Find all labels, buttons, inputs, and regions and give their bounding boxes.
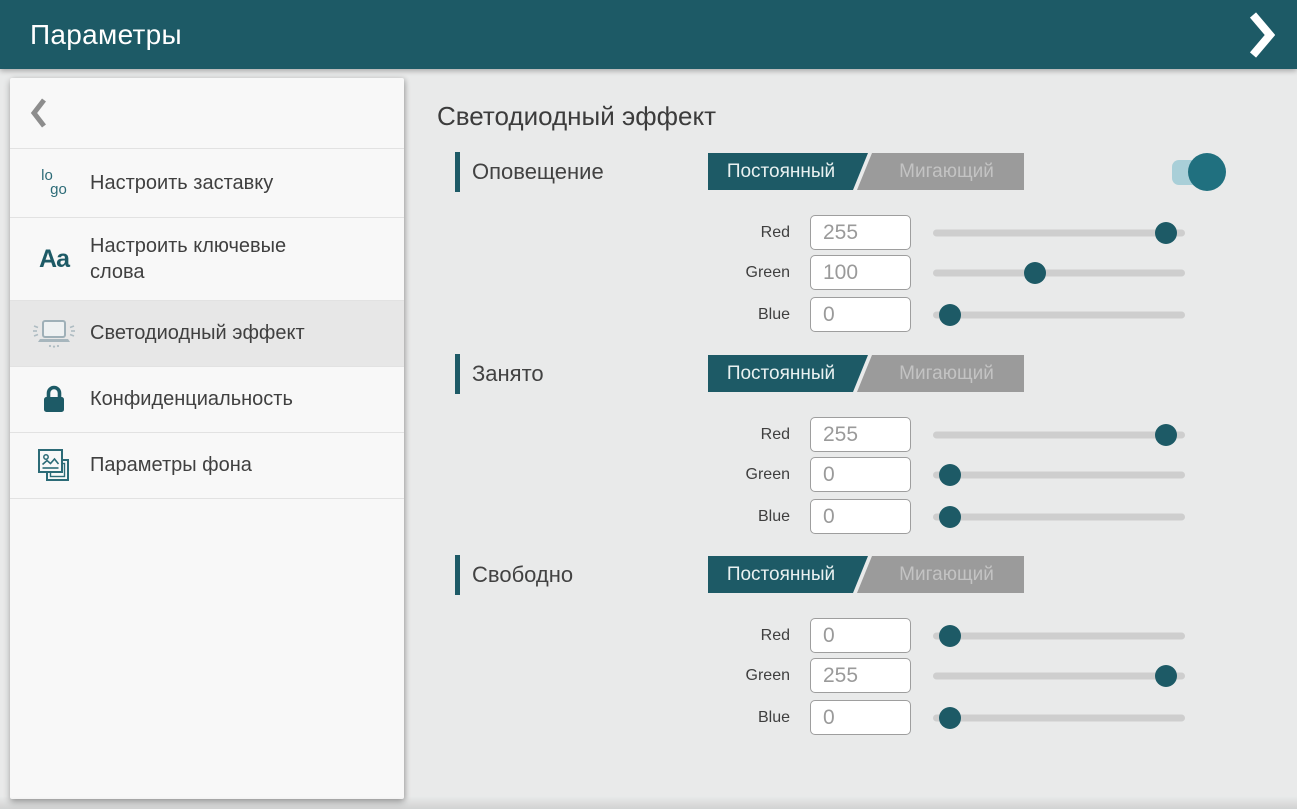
red-slider-row: Red — [404, 618, 1297, 654]
blue-label: Blue — [690, 709, 790, 727]
red-value-input[interactable] — [810, 215, 911, 250]
section-busy: Занято Постоянный Мигающий Red Green Blu… — [404, 352, 1297, 552]
settings-window: Параметры lo go Наст — [0, 0, 1297, 809]
sidebar-item-background[interactable]: Параметры фона — [10, 433, 404, 499]
green-label: Green — [690, 264, 790, 282]
mode-blinking-button[interactable]: Мигающий — [857, 556, 1024, 593]
green-slider[interactable] — [933, 255, 1185, 291]
chevron-left-icon — [30, 97, 47, 129]
slider-thumb[interactable] — [939, 506, 961, 528]
sidebar-item-screensaver[interactable]: lo go Настроить заставку — [10, 149, 404, 218]
slider-thumb[interactable] — [1155, 222, 1177, 244]
green-slider-row: Green — [404, 255, 1297, 291]
app-header: Параметры — [0, 0, 1297, 69]
red-slider-row: Red — [404, 417, 1297, 453]
sidebar-item-privacy[interactable]: Конфиденциальность — [10, 367, 404, 433]
lock-icon — [30, 384, 78, 416]
blue-slider[interactable] — [933, 499, 1185, 535]
section-accent-bar — [455, 152, 460, 192]
green-value-input[interactable] — [810, 255, 911, 290]
blue-slider-row: Blue — [404, 700, 1297, 736]
sidebar-item-keywords[interactable]: Aa Настроить ключевые слова — [10, 218, 404, 301]
section-accent-bar — [455, 354, 460, 394]
green-label: Green — [690, 667, 790, 685]
blue-value-input[interactable] — [810, 297, 911, 332]
blue-slider-row: Blue — [404, 297, 1297, 333]
sidebar-item-label: Настроить заставку — [90, 170, 273, 196]
sidebar-back-button[interactable] — [10, 78, 404, 149]
red-label: Red — [690, 627, 790, 645]
mode-switch: Постоянный Мигающий — [708, 153, 1024, 190]
background-images-icon — [30, 447, 78, 485]
blue-label: Blue — [690, 306, 790, 324]
mode-blinking-button[interactable]: Мигающий — [857, 355, 1024, 392]
sidebar-item-label: Светодиодный эффект — [90, 320, 305, 346]
green-label: Green — [690, 466, 790, 484]
blue-slider[interactable] — [933, 297, 1185, 333]
green-slider[interactable] — [933, 658, 1185, 694]
blue-value-input[interactable] — [810, 499, 911, 534]
sidebar-item-label: Конфиденциальность — [90, 386, 293, 412]
red-slider[interactable] — [933, 215, 1185, 251]
sidebar-item-label: Параметры фона — [90, 452, 252, 478]
slider-thumb[interactable] — [939, 304, 961, 326]
red-label: Red — [690, 224, 790, 242]
page-title: Параметры — [30, 19, 182, 51]
red-label: Red — [690, 426, 790, 444]
sidebar-item-led-effect[interactable]: Светодиодный эффект — [10, 301, 404, 367]
mode-switch: Постоянный Мигающий — [708, 355, 1024, 392]
mode-solid-button[interactable]: Постоянный — [708, 153, 868, 190]
section-notification: Оповещение Постоянный Мигающий Red Green — [404, 150, 1297, 350]
red-slider-row: Red — [404, 215, 1297, 251]
slider-thumb[interactable] — [939, 464, 961, 486]
mode-blinking-button[interactable]: Мигающий — [857, 153, 1024, 190]
slider-thumb[interactable] — [939, 707, 961, 729]
red-slider[interactable] — [933, 417, 1185, 453]
notification-enable-toggle[interactable] — [1172, 153, 1228, 191]
blue-slider[interactable] — [933, 700, 1185, 736]
red-value-input[interactable] — [810, 618, 911, 653]
blue-value-input[interactable] — [810, 700, 911, 735]
logo-icon: lo go — [30, 169, 78, 198]
blue-label: Blue — [690, 508, 790, 526]
slider-thumb[interactable] — [1155, 424, 1177, 446]
red-slider[interactable] — [933, 618, 1185, 654]
section-label: Занято — [472, 361, 544, 387]
slider-thumb[interactable] — [1024, 262, 1046, 284]
keywords-icon: Aa — [30, 245, 78, 274]
led-display-icon — [30, 317, 78, 351]
blue-slider-row: Blue — [404, 499, 1297, 535]
mode-solid-button[interactable]: Постоянный — [708, 556, 868, 593]
green-slider-row: Green — [404, 658, 1297, 694]
green-value-input[interactable] — [810, 457, 911, 492]
section-accent-bar — [455, 555, 460, 595]
green-slider[interactable] — [933, 457, 1185, 493]
section-free: Свободно Постоянный Мигающий Red Green B… — [404, 553, 1297, 753]
mode-solid-button[interactable]: Постоянный — [708, 355, 868, 392]
section-label: Оповещение — [472, 159, 604, 185]
section-label: Свободно — [472, 562, 573, 588]
slider-thumb[interactable] — [1155, 665, 1177, 687]
red-value-input[interactable] — [810, 417, 911, 452]
sidebar: lo go Настроить заставку Aa Настроить кл… — [10, 78, 404, 799]
sidebar-item-label: Настроить ключевые слова — [90, 233, 340, 286]
slider-thumb[interactable] — [939, 625, 961, 647]
content-title: Светодиодный эффект — [437, 101, 716, 132]
green-value-input[interactable] — [810, 658, 911, 693]
chevron-right-icon — [1249, 11, 1275, 59]
mode-switch: Постоянный Мигающий — [708, 556, 1024, 593]
collapse-panel-button[interactable] — [1245, 9, 1279, 61]
green-slider-row: Green — [404, 457, 1297, 493]
toggle-knob — [1188, 153, 1226, 191]
